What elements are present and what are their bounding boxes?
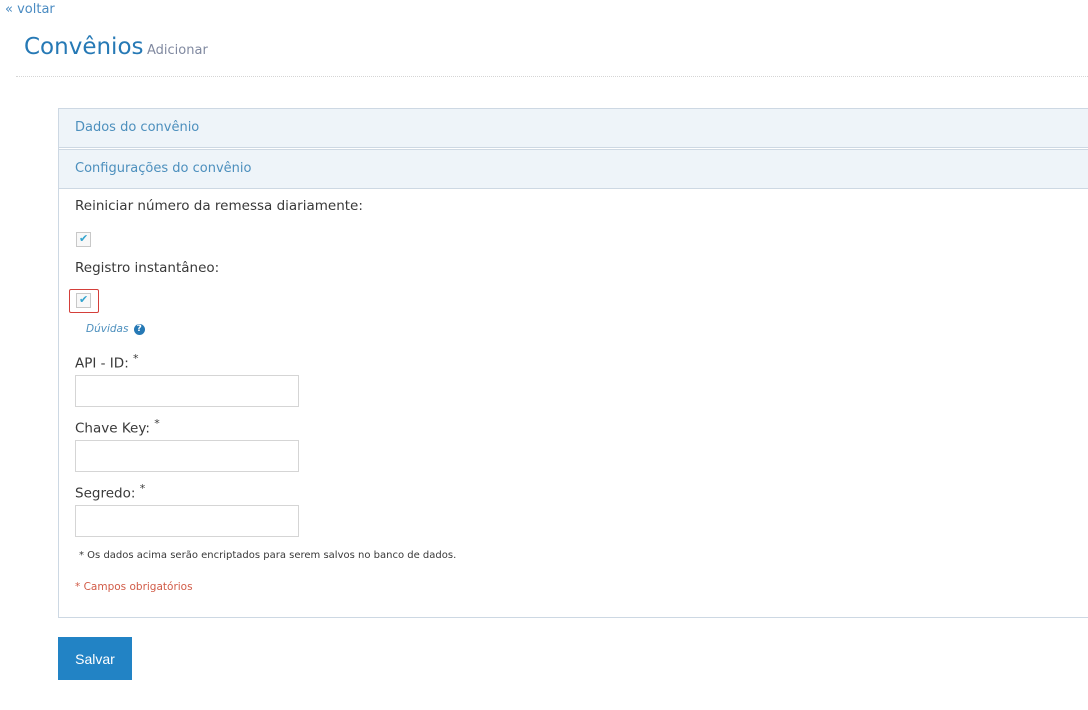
required-marker: *: [154, 417, 160, 430]
section-dados-convenio-label: Dados do convênio: [75, 120, 200, 135]
section-configuracoes-convenio[interactable]: Configurações do convênio: [59, 149, 1088, 189]
page-subtitle: Adicionar: [147, 43, 208, 58]
encryption-note: * Os dados acima serão encriptados para …: [79, 550, 457, 561]
save-button[interactable]: Salvar: [58, 637, 132, 680]
section-dados-convenio[interactable]: Dados do convênio: [59, 109, 1088, 148]
checkmark-icon: ✔: [79, 232, 89, 245]
help-link-label: Dúvidas: [86, 323, 129, 335]
instant-registration-label: Registro instantâneo:: [75, 260, 220, 276]
checkmark-icon: ✔: [79, 293, 89, 306]
page-title: Convênios: [24, 34, 144, 60]
required-fields-note: * Campos obrigatórios: [75, 581, 193, 593]
required-marker: *: [133, 352, 139, 365]
chave-key-input[interactable]: [75, 440, 299, 472]
back-link[interactable]: « voltar: [5, 2, 55, 17]
question-circle-icon: ?: [133, 323, 145, 335]
api-id-input[interactable]: [75, 375, 299, 407]
segredo-input[interactable]: [75, 505, 299, 537]
api-id-label: API - ID: *: [75, 352, 139, 372]
api-id-label-text: API - ID:: [75, 355, 129, 372]
section-configuracoes-convenio-label: Configurações do convênio: [75, 161, 252, 176]
instant-registration-checkbox[interactable]: ✔: [76, 293, 91, 308]
reset-daily-checkbox[interactable]: ✔: [76, 232, 91, 247]
segredo-label: Segredo: *: [75, 482, 145, 502]
agreement-form-panel: Dados do convênio Configurações do convê…: [58, 108, 1088, 618]
segredo-label-text: Segredo:: [75, 485, 136, 502]
reset-daily-label: Reiniciar número da remessa diariamente:: [75, 198, 363, 214]
help-link[interactable]: Dúvidas ?: [86, 323, 145, 335]
page-header: Convênios Adicionar: [16, 34, 1088, 77]
chave-key-label-text: Chave Key:: [75, 420, 150, 437]
required-marker: *: [139, 482, 146, 495]
chave-key-label: Chave Key: *: [75, 417, 160, 437]
